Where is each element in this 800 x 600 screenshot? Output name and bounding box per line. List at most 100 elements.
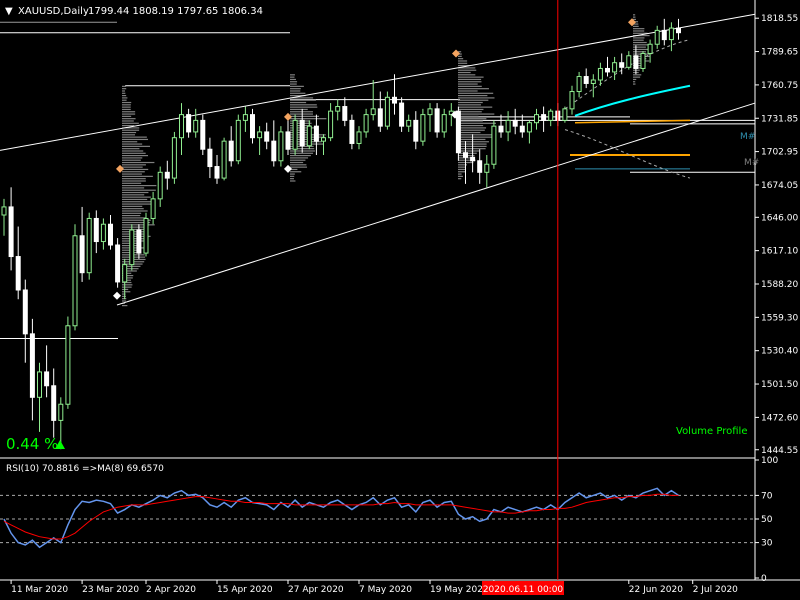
volume-bar <box>122 191 149 194</box>
volume-bar <box>458 115 479 117</box>
volume-bar <box>122 226 144 228</box>
time-tick-label: 2 Jul 2020 <box>693 585 738 595</box>
volume-bar <box>122 95 127 97</box>
volume-bar <box>122 101 132 104</box>
time-tick-label: 2 Apr 2020 <box>146 585 196 595</box>
candle-body <box>455 110 461 154</box>
volume-bar <box>290 166 308 168</box>
volume-bar <box>458 95 488 97</box>
candle-body <box>242 114 248 121</box>
volume-bar <box>458 104 481 106</box>
volume-bar <box>290 159 306 161</box>
volume-bar <box>122 185 157 187</box>
volume-bar <box>290 74 295 76</box>
volume-bar <box>122 178 146 180</box>
volume-bar <box>458 74 476 76</box>
volume-bar <box>122 113 136 115</box>
candle-body <box>512 119 518 127</box>
chart-window: 1818.55 1789.65 1760.75 1731.85 1702.95 1674.… <box>0 0 800 600</box>
time-tick-label: 15 Apr 2020 <box>217 585 273 595</box>
volume-bar <box>458 97 495 99</box>
candle-body <box>605 67 610 73</box>
volume-bar <box>122 171 145 173</box>
candle-body <box>37 371 42 398</box>
rsi-tick-label: 70 <box>761 491 773 501</box>
volume-bar <box>122 173 142 175</box>
volume-bar <box>458 136 492 138</box>
volume-bar <box>122 180 146 182</box>
volume-bar <box>290 155 311 157</box>
candle-body <box>257 131 263 139</box>
volume-bar <box>122 305 128 307</box>
volume-bar <box>122 136 147 138</box>
volume-bar <box>458 111 482 113</box>
volume-bar <box>290 78 296 81</box>
candle-body <box>463 152 468 158</box>
volume-bar <box>633 28 645 30</box>
candle-body <box>79 235 85 274</box>
candle-body <box>108 223 113 246</box>
volume-bar <box>458 150 479 152</box>
volume-bar <box>458 120 483 122</box>
time-tick-label: 7 May 2020 <box>359 585 412 595</box>
candle-body <box>526 122 532 133</box>
candle-body <box>15 256 21 291</box>
volume-bar <box>290 88 301 90</box>
candle-body <box>377 108 383 127</box>
candle-body <box>285 131 291 150</box>
volume-bar <box>290 104 317 106</box>
candle-body <box>619 62 625 68</box>
volume-bar <box>458 85 482 87</box>
candle-body <box>44 371 50 387</box>
volume-bar <box>122 111 136 113</box>
volume-bar <box>290 85 304 87</box>
candle-body <box>193 119 199 133</box>
volume-bar <box>458 127 487 129</box>
volume-bar <box>122 120 134 122</box>
volume-bar <box>122 295 126 297</box>
volume-bar <box>122 166 143 168</box>
rsi-tick-label: 100 <box>761 456 778 466</box>
candle-body <box>150 198 156 219</box>
candle-body <box>420 114 426 142</box>
volume-bar <box>458 71 471 74</box>
price-tick-label: 1472.60 <box>761 413 798 423</box>
price-tick-label: 1702.95 <box>761 148 798 158</box>
rsi-tick-label: 0 <box>761 574 767 584</box>
volume-bar <box>290 92 306 94</box>
volume-bar <box>122 196 151 198</box>
candle-body <box>299 119 305 147</box>
candle-body <box>491 125 497 165</box>
price-tick-label: 1646.00 <box>761 213 798 223</box>
volume-bar <box>122 134 136 136</box>
candle-body <box>72 235 78 327</box>
volume-bar <box>122 159 141 161</box>
volume-bar <box>122 122 139 124</box>
volume-bar <box>290 106 318 108</box>
volume-bar <box>290 180 296 182</box>
chart-title-arrow: ▼ <box>5 6 13 17</box>
volume-bar <box>458 166 466 168</box>
volume-bar <box>122 90 126 92</box>
volume-bar <box>458 81 482 83</box>
volume-bar <box>122 157 143 159</box>
volume-bar <box>122 300 126 302</box>
volume-bar <box>290 81 298 83</box>
candle-body <box>1 206 7 216</box>
volume-bar <box>633 25 639 27</box>
volume-bar <box>122 212 142 214</box>
candle-body <box>612 62 618 73</box>
volume-bar <box>633 14 636 16</box>
candle-body <box>313 125 319 142</box>
candle-body <box>278 131 284 162</box>
volume-bar <box>122 210 148 212</box>
price-tick-label: 1559.30 <box>761 313 798 323</box>
volume-bar <box>122 161 155 164</box>
candle-body <box>93 217 99 243</box>
price-tick-label: 1674.05 <box>761 181 798 191</box>
volume-bar <box>122 215 141 217</box>
volume-bar <box>122 141 138 143</box>
volume-bar <box>458 134 492 136</box>
volume-profile-label: Volume Profile <box>676 426 747 437</box>
volume-bar <box>122 164 146 166</box>
